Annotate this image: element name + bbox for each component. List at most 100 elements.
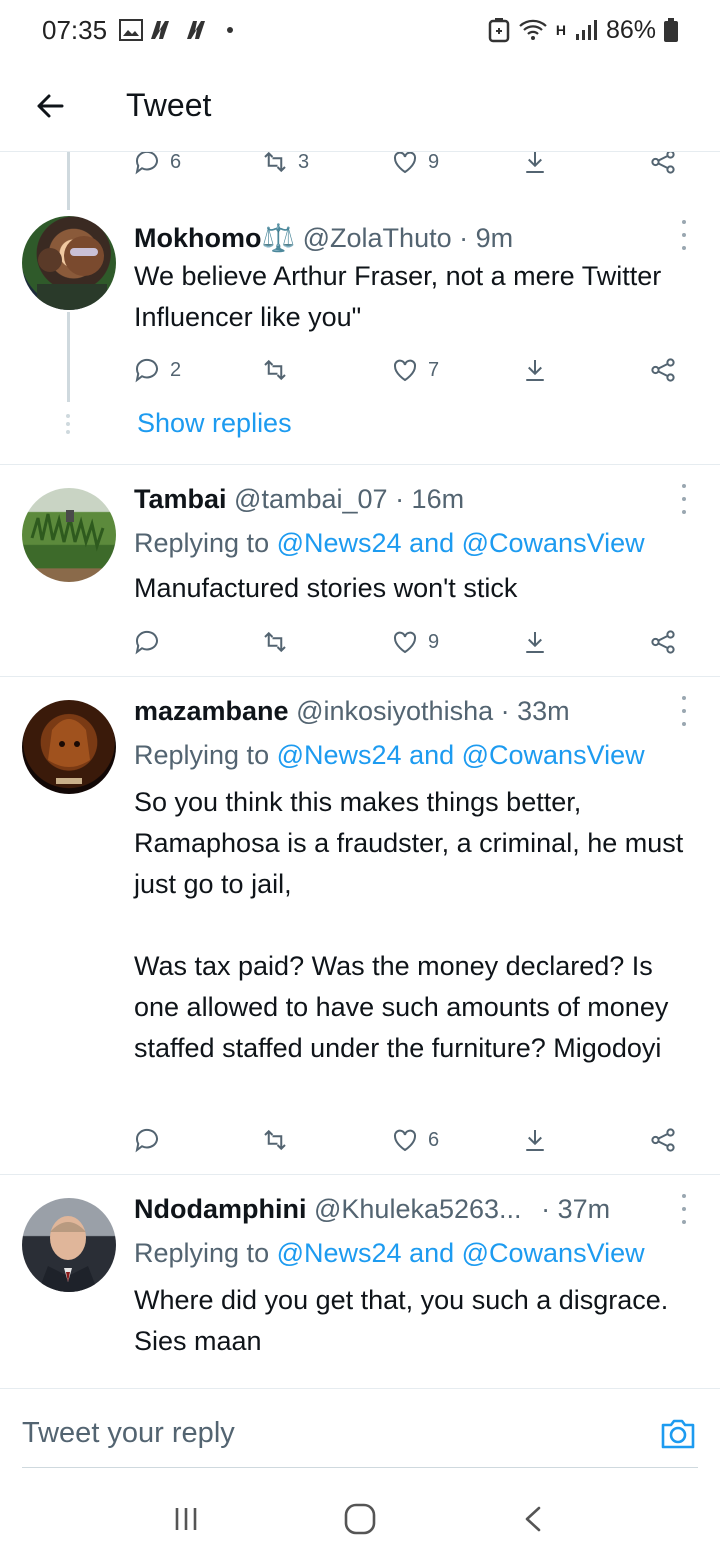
status-time: 07:35 <box>42 14 108 45</box>
home-icon[interactable] <box>343 1502 377 1536</box>
heart-icon <box>393 631 417 654</box>
share-action[interactable] <box>648 355 678 385</box>
divider <box>0 676 720 677</box>
replying-to-link[interactable]: @News24 and @CowansView <box>277 740 645 770</box>
heart-icon <box>393 359 417 382</box>
replying-to-link[interactable]: @News24 and @CowansView <box>277 528 645 558</box>
reply-action[interactable]: 6 <box>132 152 181 177</box>
more-options-icon[interactable] <box>678 220 690 250</box>
retweet-action[interactable] <box>260 1125 290 1155</box>
share-icon <box>651 1128 675 1152</box>
tweet-header: Mokhomo⚖️ @ZolaThuto · 9m <box>134 222 513 254</box>
reply-input[interactable]: Tweet your reply <box>22 1417 235 1450</box>
divider <box>0 464 720 465</box>
reply-action[interactable]: 2 <box>132 355 181 385</box>
reply-count: 2 <box>170 358 182 381</box>
tweet[interactable]: Tambai @tambai_07 · 16m Replying to @New… <box>0 482 720 672</box>
battery-percent: 86% <box>605 15 656 44</box>
back-button[interactable] <box>20 76 80 136</box>
divider <box>0 1174 720 1175</box>
reply-icon <box>135 152 158 175</box>
news-notification-icon-2 <box>187 21 206 39</box>
heart-icon <box>393 1129 417 1152</box>
back-nav-icon[interactable] <box>519 1504 549 1534</box>
like-count: 9 <box>428 152 440 173</box>
handle[interactable]: @tambai_07 <box>234 484 388 514</box>
bookmark-action[interactable] <box>520 627 550 657</box>
more-options-icon[interactable] <box>678 1194 690 1224</box>
tweet-text: Manufactured stories won't stick <box>134 573 518 603</box>
tweet-action-bar: 2 7 <box>132 350 692 390</box>
thread-line <box>67 152 70 210</box>
reply-feed[interactable]: 6 3 9 Mokhomo⚖️ @ZolaThuto · 9m We belie… <box>0 152 720 1388</box>
tweet-text: So you think this makes things better, R… <box>134 787 684 1063</box>
retweet-icon <box>264 152 286 173</box>
recent-apps-icon[interactable] <box>171 1504 201 1534</box>
bookmark-action[interactable] <box>520 1125 550 1155</box>
bookmark-action[interactable] <box>520 152 550 177</box>
heart-icon <box>393 152 417 174</box>
show-replies-link[interactable]: Show replies <box>137 408 292 439</box>
tweet-header: Tambai @tambai_07 · 16m <box>134 484 464 515</box>
share-action[interactable] <box>648 1125 678 1155</box>
tweet-text: We believe Arthur Fraser, not a mere Twi… <box>134 261 669 332</box>
like-action[interactable]: 9 <box>390 152 439 177</box>
camera-button[interactable] <box>658 1413 698 1453</box>
tweet[interactable]: mazambane @inkosiyothisha · 33m Replying… <box>0 694 720 1174</box>
display-name[interactable]: Tambai <box>134 484 227 514</box>
more-notifications-dot <box>227 27 234 33</box>
notification-icons <box>119 19 234 41</box>
network-type: H <box>555 22 566 38</box>
tweet-action-bar: 9 <box>132 622 692 662</box>
replying-to-link[interactable]: @News24 and @CowansView <box>277 1238 645 1268</box>
retweet-action[interactable]: 3 <box>260 152 309 177</box>
replying-to: Replying to @News24 and @CowansView <box>134 1238 645 1269</box>
reply-icon <box>135 630 158 655</box>
timestamp: · 16m <box>395 484 465 514</box>
replying-to: Replying to @News24 and @CowansView <box>134 740 645 771</box>
display-name[interactable]: Mokhomo⚖️ <box>134 223 295 253</box>
replying-prefix: Replying to <box>134 740 270 770</box>
like-action[interactable]: 9 <box>390 627 439 657</box>
like-count: 9 <box>428 630 440 653</box>
avatar[interactable] <box>22 1198 116 1292</box>
like-action[interactable]: 6 <box>390 1125 439 1155</box>
share-icon <box>651 630 675 654</box>
replying-prefix: Replying to <box>134 1238 270 1268</box>
retweet-icon <box>264 631 286 653</box>
more-options-icon[interactable] <box>678 484 690 514</box>
handle[interactable]: @Khuleka5263... <box>314 1194 522 1224</box>
wifi-icon <box>519 19 547 40</box>
partial-action-bar: 6 3 9 <box>132 152 692 182</box>
image-notification-icon <box>119 19 144 41</box>
like-action[interactable]: 7 <box>390 355 439 385</box>
retweet-action[interactable] <box>260 627 290 657</box>
share-action[interactable] <box>648 152 678 177</box>
handle[interactable]: @inkosiyothisha <box>296 696 493 726</box>
tweet-text: Where did you get that, you such a disgr… <box>134 1285 676 1356</box>
timestamp: · 33m <box>500 696 570 726</box>
top-app-bar: Tweet <box>0 60 720 152</box>
arrow-left-icon <box>37 94 64 117</box>
like-count: 6 <box>428 1128 440 1151</box>
share-action[interactable] <box>648 627 678 657</box>
reply-action[interactable] <box>132 627 162 657</box>
retweet-icon <box>264 1129 286 1151</box>
retweet-icon <box>264 359 286 381</box>
tweet[interactable]: Mokhomo⚖️ @ZolaThuto · 9m We believe Art… <box>0 212 720 462</box>
avatar[interactable] <box>22 216 116 310</box>
bookmark-action[interactable] <box>520 355 550 385</box>
handle[interactable]: @ZolaThuto <box>303 223 452 253</box>
display-name[interactable]: mazambane <box>134 696 289 726</box>
signal-icon <box>575 20 597 40</box>
avatar[interactable] <box>22 488 116 582</box>
retweet-action[interactable] <box>260 355 290 385</box>
system-nav-bar <box>0 1478 720 1560</box>
download-icon <box>526 1130 544 1151</box>
tweet[interactable]: Ndodamphini @Khuleka5263... · 37m Replyi… <box>0 1192 720 1388</box>
camera-icon <box>661 1419 695 1449</box>
avatar[interactable] <box>22 700 116 794</box>
more-options-icon[interactable] <box>678 696 690 726</box>
display-name[interactable]: Ndodamphini <box>134 1194 306 1224</box>
reply-action[interactable] <box>132 1125 162 1155</box>
